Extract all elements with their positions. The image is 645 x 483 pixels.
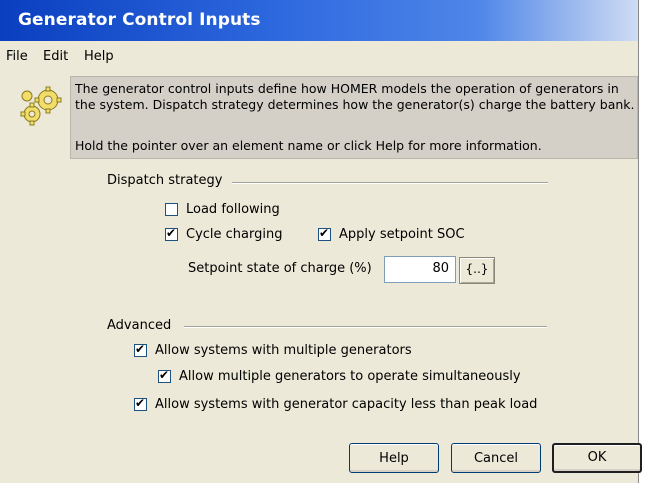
sensitivity-button[interactable]: {..} xyxy=(459,257,495,284)
dispatch-strategy-label: Dispatch strategy xyxy=(107,173,223,188)
info-description: The generator control inputs define how … xyxy=(75,81,635,112)
load-following-label: Load following xyxy=(186,202,280,217)
checkbox-box[interactable]: ✔ xyxy=(134,396,147,411)
check-icon: ✔ xyxy=(135,396,146,410)
menu-help[interactable]: Help xyxy=(84,49,114,64)
capacity-less-than-peak-checkbox[interactable]: ✔ Allow systems with generator capacity … xyxy=(134,396,538,412)
checkbox-box[interactable]: ✔ xyxy=(165,226,178,241)
help-button[interactable]: Help xyxy=(349,443,439,473)
setpoint-soc-input[interactable]: 80 xyxy=(384,256,456,283)
gears-icon xyxy=(18,86,66,130)
dispatch-divider xyxy=(232,182,548,184)
capacity-less-than-peak-label: Allow systems with generator capacity le… xyxy=(155,397,538,412)
cycle-charging-label: Cycle charging xyxy=(186,227,283,242)
info-hint: Hold the pointer over an element name or… xyxy=(75,138,542,153)
checkbox-box[interactable]: ✔ xyxy=(134,342,147,357)
advanced-divider xyxy=(184,326,547,328)
simultaneous-operation-label: Allow multiple generators to operate sim… xyxy=(179,369,521,384)
advanced-label: Advanced xyxy=(107,318,172,333)
menu-edit[interactable]: Edit xyxy=(43,49,68,64)
multiple-generators-label: Allow systems with multiple generators xyxy=(155,343,412,358)
check-icon: ✔ xyxy=(319,226,330,240)
apply-setpoint-soc-checkbox[interactable]: ✔ Apply setpoint SOC xyxy=(318,226,465,242)
dialog-window: Generator Control Inputs File Edit Help xyxy=(0,0,642,483)
checkbox-box[interactable]: ✔ xyxy=(158,368,171,383)
info-panel: The generator control inputs define how … xyxy=(18,76,638,159)
window-title: Generator Control Inputs xyxy=(18,10,261,30)
checkbox-box[interactable] xyxy=(165,203,178,216)
info-text-box: The generator control inputs define how … xyxy=(70,76,638,159)
apply-setpoint-soc-label: Apply setpoint SOC xyxy=(339,227,465,242)
menu-file[interactable]: File xyxy=(6,49,28,64)
title-bar[interactable]: Generator Control Inputs xyxy=(0,0,638,41)
check-icon: ✔ xyxy=(159,368,170,382)
simultaneous-operation-checkbox[interactable]: ✔ Allow multiple generators to operate s… xyxy=(158,368,521,384)
checkbox-box[interactable]: ✔ xyxy=(318,226,331,241)
check-icon: ✔ xyxy=(166,226,177,240)
multiple-generators-checkbox[interactable]: ✔ Allow systems with multiple generators xyxy=(134,342,412,358)
menu-bar: File Edit Help xyxy=(0,44,638,70)
ok-button[interactable]: OK xyxy=(552,443,642,473)
cancel-button[interactable]: Cancel xyxy=(451,443,541,473)
check-icon: ✔ xyxy=(135,342,146,356)
load-following-checkbox[interactable]: Load following xyxy=(165,202,280,217)
setpoint-soc-label: Setpoint state of charge (%) xyxy=(188,261,372,276)
cycle-charging-checkbox[interactable]: ✔ Cycle charging xyxy=(165,226,283,242)
